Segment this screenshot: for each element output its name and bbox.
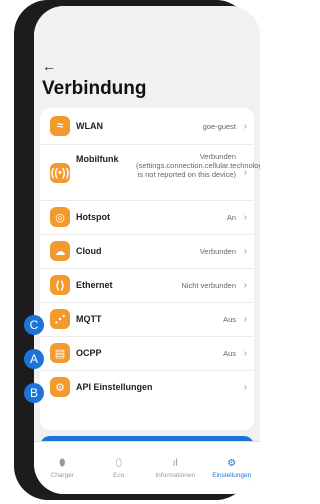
screen: ← Verbindung ≈ WLAN goe-guest › ((•)) Mo… [34, 6, 260, 494]
chart-icon: ıl [172, 457, 178, 469]
row-label: Cloud [76, 246, 102, 256]
row-api[interactable]: ⚙ API Einstellungen › [40, 370, 254, 404]
chevron-right-icon: › [243, 347, 247, 359]
tab-label: Informationen [155, 471, 196, 479]
row-label: OCPP [76, 348, 102, 358]
tab-eco[interactable]: ⬯ Eco [91, 442, 148, 494]
tab-label: Eco [113, 471, 125, 479]
charger-icon: ⬮ [59, 457, 66, 469]
row-mqtt[interactable]: ⋰ MQTT Aus › [40, 302, 254, 337]
chevron-right-icon: › [243, 245, 247, 257]
api-icon: ⚙ [50, 377, 70, 397]
row-label: Ethernet [76, 280, 113, 290]
row-value: Nicht verbunden [181, 280, 236, 290]
eco-icon: ⬯ [115, 457, 122, 469]
row-value: goe-guest [202, 121, 236, 131]
row-value: Aus [223, 314, 236, 324]
cloud-icon: ☁ [50, 241, 70, 261]
hotspot-icon: ◎ [50, 207, 70, 227]
row-label: Hotspot [76, 212, 110, 222]
row-hotspot[interactable]: ◎ Hotspot An › [40, 200, 254, 235]
row-value: Verbunden [199, 246, 236, 256]
tab-label: Einstellungen [212, 471, 252, 479]
row-wlan[interactable]: ≈ WLAN goe-guest › [40, 108, 254, 145]
back-arrow-icon[interactable]: ← [42, 58, 56, 74]
chevron-right-icon: › [243, 166, 247, 178]
chevron-right-icon: › [243, 279, 247, 291]
row-ethernet[interactable]: ⟨⟩ Ethernet Nicht verbunden › [40, 268, 254, 303]
chevron-right-icon: › [243, 211, 247, 223]
tab-charger[interactable]: ⬮ Charger [34, 442, 91, 494]
tab-label: Charger [50, 471, 74, 479]
chevron-right-icon: › [243, 381, 247, 393]
row-value: An [226, 212, 236, 222]
tab-informationen[interactable]: ıl Informationen [147, 442, 204, 494]
row-label: MQTT [76, 314, 102, 324]
chevron-right-icon: › [243, 313, 247, 325]
mqtt-icon: ⋰ [50, 309, 70, 329]
row-value: Verbunden (settings.connection.cellular.… [136, 152, 260, 179]
settings-list: ≈ WLAN goe-guest › ((•)) Mobilfunk Verbu… [40, 108, 260, 430]
status-bar [34, 6, 260, 36]
gear-icon: ⚙ [227, 457, 237, 469]
page-title: Verbindung [42, 78, 147, 99]
row-mobilfunk[interactable]: ((•)) Mobilfunk Verbunden (settings.conn… [40, 144, 260, 201]
row-label: API Einstellungen [76, 382, 153, 392]
row-label: Mobilfunk [76, 154, 119, 164]
ocpp-icon: ▤ [50, 343, 70, 363]
badge-a: A [24, 349, 44, 369]
mobile-signal-icon: ((•)) [50, 163, 70, 183]
row-ocpp[interactable]: ▤ OCPP Aus › [40, 336, 254, 371]
wifi-icon: ≈ [50, 116, 70, 136]
row-cloud[interactable]: ☁ Cloud Verbunden › [40, 234, 254, 269]
badge-c: C [24, 315, 44, 335]
ethernet-icon: ⟨⟩ [50, 275, 70, 295]
row-label: WLAN [76, 121, 103, 131]
row-value: Aus [223, 348, 236, 358]
tab-bar: ⬮ Charger ⬯ Eco ıl Informationen ⚙ Einst… [34, 441, 260, 494]
phone-frame: ← Verbindung ≈ WLAN goe-guest › ((•)) Mo… [14, 0, 260, 500]
tab-einstellungen[interactable]: ⚙ Einstellungen [204, 442, 261, 494]
chevron-right-icon: › [243, 120, 247, 132]
badge-b: B [24, 383, 44, 403]
